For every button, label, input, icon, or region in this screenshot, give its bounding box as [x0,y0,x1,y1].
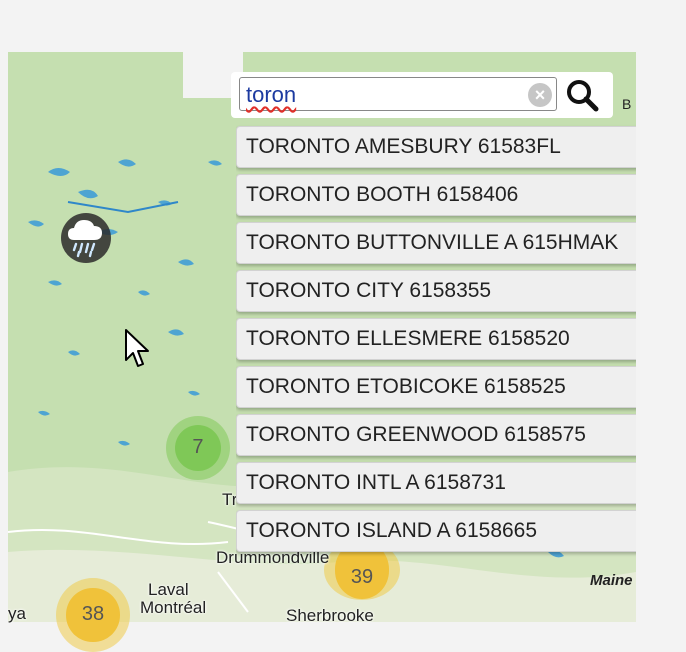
cluster-count: 38 [81,603,105,626]
map-label-sherbrooke: Sherbrooke [286,606,374,625]
search-result-item[interactable]: TORONTO BOOTH 6158406 [236,174,636,216]
search-result-item[interactable]: TORONTO GREENWOOD 6158575 [236,414,636,456]
search-results-dropdown: TORONTO AMESBURY 61583FL TORONTO BOOTH 6… [236,124,636,564]
search-input[interactable]: toron × [239,77,557,111]
search-result-item[interactable]: TORONTO BUTTONVILLE A 615HMAK [236,222,636,264]
search-result-item[interactable]: TORONTO CITY 6158355 [236,270,636,312]
map-label-montreal: Montréal [140,598,207,617]
search-result-item[interactable]: TORONTO ELLESMERE 6158520 [236,318,636,360]
magnifier-icon[interactable] [565,78,601,112]
map-label-edge-b: B [622,96,632,112]
search-result-item[interactable]: TORONTO ETOBICOKE 6158525 [236,366,636,408]
mouse-cursor-icon [125,329,149,367]
cluster-count: 7 [192,436,204,459]
rain-cloud-icon[interactable] [60,212,112,264]
map-label-laval: Laval [148,580,189,599]
map-label-maine: Maine [590,572,633,589]
clear-x-icon[interactable]: × [528,83,552,107]
cluster-count: 39 [350,565,374,588]
search-box: toron × [231,72,613,118]
search-result-item[interactable]: TORONTO INTL A 6158731 [236,462,636,504]
search-result-item[interactable]: TORONTO ISLAND A 6158665 [236,510,636,552]
map-label-edge-ya: ya [8,604,26,623]
search-result-item[interactable]: TORONTO AMESBURY 61583FL [236,126,636,168]
search-input-value: toron [246,82,297,107]
marker-cluster[interactable]: 38 [56,578,130,652]
marker-cluster[interactable]: 7 [166,416,230,480]
